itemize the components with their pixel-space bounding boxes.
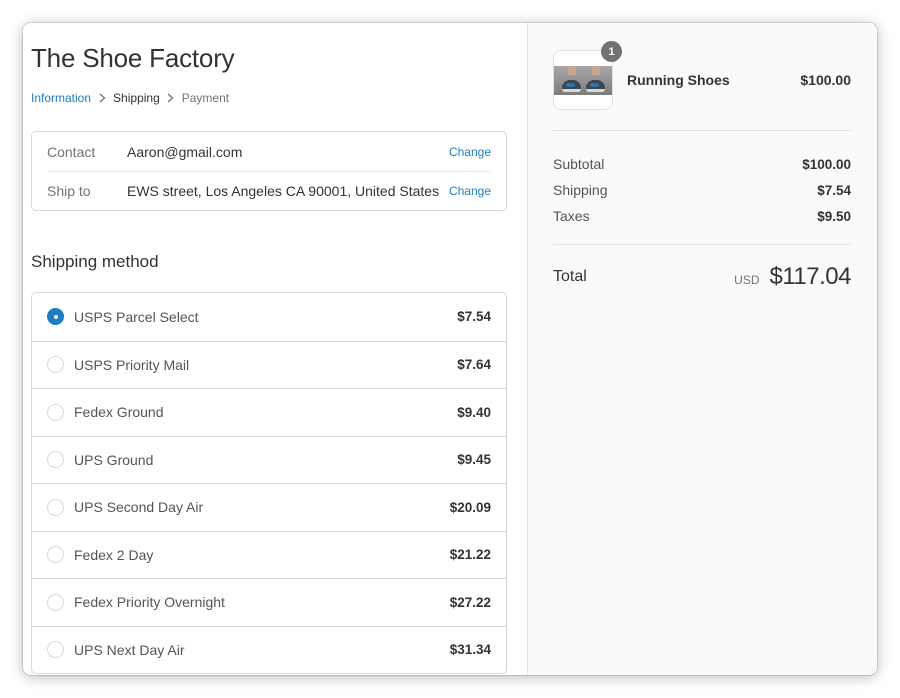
checkout-window: The Shoe Factory Information Shipping Pa… bbox=[23, 23, 877, 675]
ship-to-address: EWS street, Los Angeles CA 90001, United… bbox=[127, 183, 440, 199]
shipping-option[interactable]: USPS Priority Mail $7.64 bbox=[32, 340, 506, 389]
grand-total: Total USD $117.04 bbox=[553, 263, 852, 291]
breadcrumb-payment: Payment bbox=[181, 91, 230, 105]
radio-unselected[interactable] bbox=[47, 498, 64, 516]
shipping-option-price: $9.40 bbox=[457, 404, 491, 420]
shipping-option-name: Fedex Ground bbox=[74, 404, 164, 421]
shipping-option-price: $7.64 bbox=[457, 357, 491, 373]
shipping-methods-list: USPS Parcel Select $7.54 USPS Priority M… bbox=[31, 292, 507, 674]
shipping-option[interactable]: Fedex Ground $9.40 bbox=[32, 388, 506, 436]
product-name: Running Shoes bbox=[627, 72, 730, 88]
breadcrumb-information[interactable]: Information bbox=[31, 91, 91, 105]
shipping-option[interactable]: UPS Ground $9.45 bbox=[32, 435, 506, 484]
total-amount: USD $117.04 bbox=[734, 263, 851, 291]
shipping-option-name: Fedex 2 Day bbox=[74, 546, 154, 563]
shoe-shape bbox=[586, 80, 605, 92]
checkout-main: The Shoe Factory Information Shipping Pa… bbox=[23, 23, 527, 675]
product-thumbnail: 1 bbox=[553, 41, 622, 110]
radio-unselected[interactable] bbox=[47, 546, 64, 564]
quantity-badge: 1 bbox=[601, 41, 622, 62]
radio-unselected[interactable] bbox=[47, 403, 64, 421]
review-box: Contact Aaron@gmail.com Change Ship to E… bbox=[31, 131, 507, 211]
shipping-option-name: USPS Priority Mail bbox=[74, 356, 190, 373]
product-line: 1 Running Shoes $100.00 bbox=[553, 41, 851, 110]
review-label: Contact bbox=[47, 143, 96, 160]
product-price: $100.00 bbox=[800, 72, 851, 88]
subtotal-line: Subtotal $100.00 bbox=[553, 151, 851, 177]
shipping-label: Shipping bbox=[553, 182, 608, 198]
shipping-option-name: USPS Parcel Select bbox=[74, 308, 199, 325]
shipping-method-title: Shipping method bbox=[31, 252, 159, 271]
breadcrumb-shipping: Shipping bbox=[113, 91, 160, 105]
breadcrumb: Information Shipping Payment bbox=[31, 91, 527, 105]
taxes-value: $9.50 bbox=[817, 208, 851, 224]
shipping-line: Shipping $7.54 bbox=[553, 177, 851, 203]
shipping-option-price: $20.09 bbox=[449, 499, 491, 515]
leg-shape bbox=[568, 66, 576, 75]
shipping-option[interactable]: Fedex Priority Overnight $27.22 bbox=[32, 578, 506, 626]
radio-unselected[interactable] bbox=[47, 356, 64, 374]
leg-shape bbox=[592, 66, 600, 75]
shipping-option-price: $7.54 bbox=[457, 309, 491, 325]
review-row-ship-to: Ship to EWS street, Los Angeles CA 90001… bbox=[47, 171, 491, 210]
contact-email: Aaron@gmail.com bbox=[127, 143, 243, 160]
change-contact-link[interactable]: Change bbox=[449, 145, 491, 159]
chevron-right-icon bbox=[91, 93, 113, 103]
order-summary: 1 Running Shoes $100.00 Subtotal $100.00… bbox=[527, 23, 877, 675]
total-label: Total bbox=[553, 268, 587, 285]
shipping-option-price: $31.34 bbox=[449, 642, 491, 658]
subtotal-label: Subtotal bbox=[553, 156, 605, 172]
total-value: $117.04 bbox=[769, 263, 852, 290]
review-row-contact: Contact Aaron@gmail.com Change bbox=[47, 132, 491, 171]
shipping-option-name: Fedex Priority Overnight bbox=[74, 594, 225, 611]
shop-title: The Shoe Factory bbox=[31, 43, 235, 73]
running-shoes-image bbox=[554, 66, 612, 95]
shipping-option[interactable]: Fedex 2 Day $21.22 bbox=[32, 530, 506, 579]
taxes-line: Taxes $9.50 bbox=[553, 203, 851, 229]
radio-unselected[interactable] bbox=[47, 593, 64, 611]
shipping-option-name: UPS Next Day Air bbox=[74, 641, 185, 658]
shipping-value: $7.54 bbox=[817, 182, 851, 198]
shipping-option-price: $9.45 bbox=[457, 452, 491, 468]
chevron-right-icon bbox=[160, 93, 182, 103]
currency-code: USD bbox=[734, 273, 760, 287]
shipping-option[interactable]: UPS Next Day Air $31.34 bbox=[32, 625, 506, 674]
shipping-option[interactable]: UPS Second Day Air $20.09 bbox=[32, 483, 506, 531]
subtotal-value: $100.00 bbox=[802, 156, 851, 172]
radio-selected[interactable] bbox=[47, 308, 64, 326]
shipping-option-name: UPS Second Day Air bbox=[74, 499, 204, 516]
shipping-option-price: $21.22 bbox=[449, 547, 491, 563]
totals-lines: Subtotal $100.00 Shipping $7.54 Taxes $9… bbox=[553, 131, 851, 244]
shipping-option[interactable]: USPS Parcel Select $7.54 bbox=[32, 293, 506, 341]
change-address-link[interactable]: Change bbox=[449, 184, 491, 198]
divider bbox=[553, 244, 851, 245]
radio-unselected[interactable] bbox=[47, 451, 64, 469]
shipping-option-price: $27.22 bbox=[449, 594, 491, 610]
taxes-label: Taxes bbox=[553, 208, 590, 224]
review-label: Ship to bbox=[47, 183, 91, 199]
shoe-shape bbox=[562, 80, 581, 92]
shipping-option-name: UPS Ground bbox=[74, 451, 154, 468]
radio-unselected[interactable] bbox=[47, 641, 64, 659]
